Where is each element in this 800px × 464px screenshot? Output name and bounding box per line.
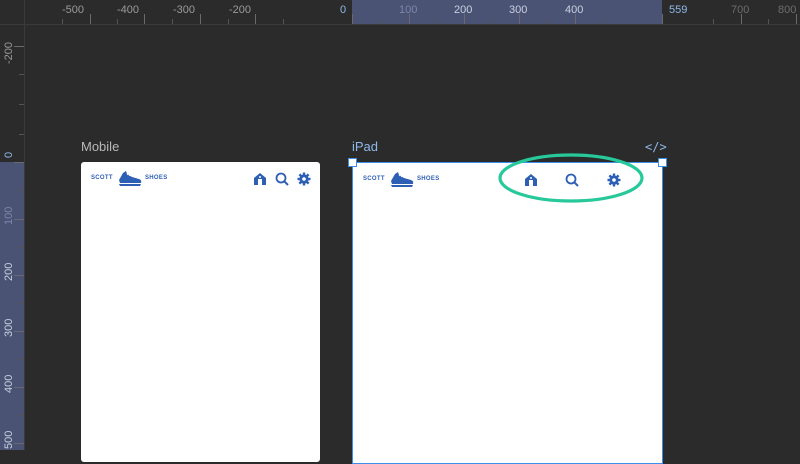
ruler-tick	[352, 14, 353, 24]
ruler-label: -200	[229, 4, 252, 16]
ruler-tick	[144, 14, 145, 24]
ruler-tick	[491, 19, 492, 24]
ruler-label: 800	[778, 4, 797, 16]
ruler-label-origin: 0	[340, 4, 347, 16]
brand-word-1: SCOTT	[91, 175, 113, 181]
brand-word-2: SHOES	[145, 175, 168, 181]
ruler-tick	[19, 134, 24, 135]
vertical-ruler[interactable]: -200 0 100 200 300 400 500	[0, 0, 25, 450]
ruler-tick	[380, 19, 381, 24]
ruler-tick	[436, 19, 437, 24]
shoe-icon	[391, 172, 414, 187]
mobile-frame[interactable]: SCOTT SHOES	[81, 162, 320, 462]
shoe-icon	[119, 171, 142, 186]
ruler-label: 200	[3, 262, 15, 281]
ruler-tick	[713, 19, 714, 24]
brand-word-1: SCOTT	[363, 176, 385, 182]
resize-handle-top-right[interactable]	[658, 158, 667, 167]
ruler-label-origin: 0	[3, 151, 15, 158]
ruler-label: 400	[3, 374, 15, 393]
ruler-label: 700	[731, 4, 750, 16]
ruler-tick	[19, 190, 24, 191]
horizontal-ruler[interactable]: -500 -400 -300 -200 0 100 200 300 400 55…	[0, 0, 800, 25]
ruler-tick	[547, 19, 548, 24]
ruler-tick	[90, 14, 91, 24]
ruler-label: -200	[3, 41, 15, 64]
brand-logo: SCOTT SHOES	[363, 169, 443, 191]
ruler-tick	[14, 46, 24, 47]
ruler-tick	[14, 162, 24, 163]
ruler-corner	[0, 0, 25, 25]
ruler-tick	[228, 19, 229, 24]
ruler-tick	[768, 19, 769, 24]
ruler-label: -300	[173, 4, 196, 16]
ruler-label: -500	[62, 4, 85, 16]
ruler-tick	[14, 275, 24, 276]
ruler-tick	[14, 387, 24, 388]
ruler-label: 300	[3, 318, 15, 337]
ruler-tick	[19, 247, 24, 248]
ruler-label: 300	[509, 4, 528, 16]
ruler-tick	[19, 415, 24, 416]
ruler-label: 100	[3, 206, 15, 225]
ruler-label-end: 559	[669, 4, 688, 16]
brand-word-2: SHOES	[417, 176, 440, 182]
highlight-ellipse	[498, 153, 644, 203]
ruler-tick	[62, 19, 63, 24]
ruler-tick	[19, 74, 24, 75]
ruler-tick	[603, 19, 604, 24]
search-icon[interactable]	[275, 172, 289, 186]
ruler-tick	[19, 359, 24, 360]
resize-handle-top-left[interactable]	[348, 158, 357, 167]
ruler-tick	[14, 443, 24, 444]
frame-title-mobile[interactable]: Mobile	[81, 139, 119, 154]
home-icon[interactable]	[253, 172, 267, 186]
ruler-tick	[200, 14, 201, 24]
ruler-label: 100	[399, 4, 418, 16]
ruler-tick	[14, 331, 24, 332]
ruler-tick	[255, 14, 256, 24]
frame-title-ipad[interactable]: iPad	[352, 139, 378, 154]
ruler-label: 500	[3, 430, 15, 449]
ipad-frame[interactable]: SCOTT SHOES	[352, 162, 663, 464]
ruler-tick	[172, 19, 173, 24]
gear-icon[interactable]	[297, 172, 311, 186]
ruler-tick	[117, 19, 118, 24]
ruler-tick	[283, 19, 284, 24]
ruler-label: -400	[117, 4, 140, 16]
code-view-button[interactable]: </>	[645, 140, 667, 154]
ruler-tick	[19, 303, 24, 304]
ruler-selection-highlight	[0, 162, 24, 450]
brand-logo: SCOTT SHOES	[91, 168, 171, 190]
ruler-label: 200	[454, 4, 473, 16]
ruler-tick	[19, 104, 24, 105]
ruler-label: 400	[565, 4, 584, 16]
ruler-tick	[662, 14, 663, 24]
ruler-tick	[14, 219, 24, 220]
